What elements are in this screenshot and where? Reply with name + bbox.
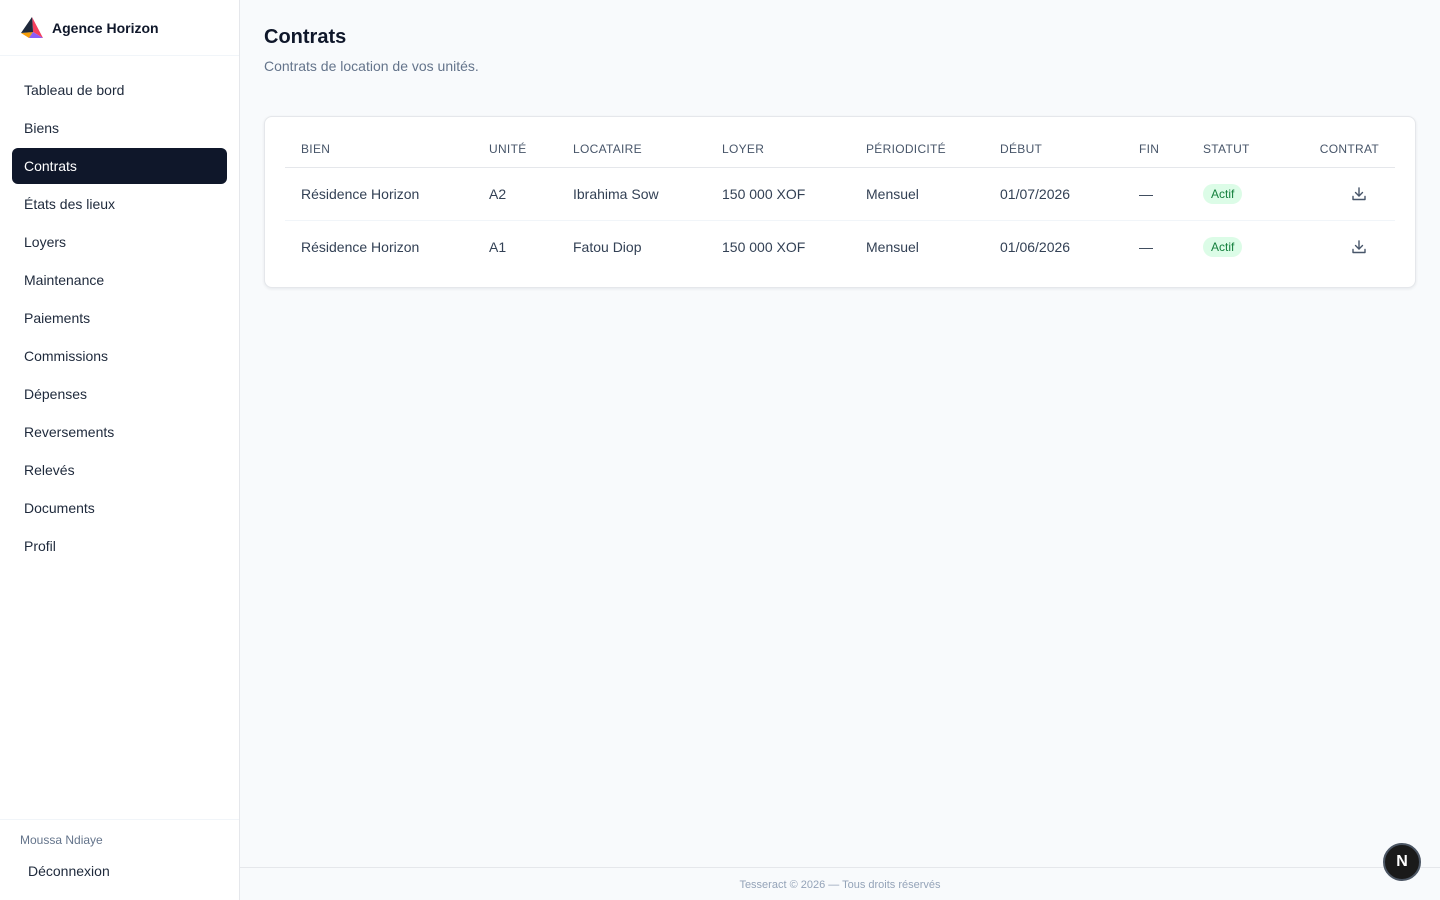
sidebar-item-tableau-de-bord[interactable]: Tableau de bord bbox=[12, 72, 227, 108]
brand[interactable]: Agence Horizon bbox=[0, 0, 239, 56]
sidebar-footer: Moussa Ndiaye Déconnexion bbox=[0, 819, 239, 900]
sidebar-item-etats-des-lieux[interactable]: États des lieux bbox=[12, 186, 227, 222]
brand-name: Agence Horizon bbox=[52, 19, 159, 36]
sidebar-item-commissions[interactable]: Commissions bbox=[12, 338, 227, 374]
download-contract-button[interactable] bbox=[1347, 235, 1371, 259]
column-header-fin: Fin bbox=[1123, 131, 1187, 168]
sidebar-item-releves[interactable]: Relevés bbox=[12, 452, 227, 488]
page-title: Contrats bbox=[264, 26, 347, 48]
main-content: Contrats Contrats de location de vos uni… bbox=[240, 0, 1440, 900]
cell-unite: A2 bbox=[473, 167, 557, 221]
horizon-logo-icon bbox=[21, 16, 43, 38]
sidebar-item-reversements[interactable]: Reversements bbox=[12, 414, 227, 450]
sidebar-item-maintenance[interactable]: Maintenance bbox=[12, 262, 227, 298]
sidebar: Agence Horizon Tableau de bord Biens Con… bbox=[0, 0, 240, 900]
download-icon bbox=[1352, 186, 1366, 200]
cell-locataire: Fatou Diop bbox=[573, 238, 642, 255]
cell-bien: Résidence Horizon bbox=[301, 238, 420, 255]
status-badge: Actif bbox=[1203, 236, 1243, 257]
logout-button[interactable]: Déconnexion bbox=[20, 858, 118, 884]
sidebar-item-biens[interactable]: Biens bbox=[12, 110, 227, 146]
column-header-bien: Bien bbox=[285, 131, 473, 168]
cell-debut: 01/06/2026 bbox=[1000, 238, 1071, 255]
cell-debut: 01/07/2026 bbox=[984, 167, 1123, 221]
cell-periodicite: Mensuel bbox=[850, 167, 984, 221]
sidebar-item-profil[interactable]: Profil bbox=[12, 528, 227, 564]
cell-locataire: Ibrahima Sow bbox=[557, 167, 706, 221]
cell-periodicite: Mensuel bbox=[866, 238, 919, 255]
cell-fin: — bbox=[1123, 167, 1187, 221]
sidebar-item-loyers[interactable]: Loyers bbox=[12, 224, 227, 260]
sidebar-item-paiements[interactable]: Paiements bbox=[12, 300, 227, 336]
sidebar-nav: Tableau de bord Biens Contrats États des… bbox=[12, 72, 227, 566]
cell-bien: Résidence Horizon bbox=[285, 167, 473, 221]
status-badge: Actif bbox=[1203, 183, 1243, 204]
sidebar-item-depenses[interactable]: Dépenses bbox=[12, 376, 227, 412]
column-header-unite: Unité bbox=[473, 131, 557, 168]
column-header-statut: Statut bbox=[1187, 131, 1287, 168]
download-icon bbox=[1352, 240, 1366, 253]
column-header-debut: Début bbox=[984, 131, 1123, 168]
column-header-locataire: Locataire bbox=[557, 131, 706, 168]
cell-statut: Actif bbox=[1187, 167, 1287, 221]
table-header-row: Bien Unité Locataire Loyer Périodicité D… bbox=[285, 131, 1395, 168]
contracts-table: Bien Unité Locataire Loyer Périodicité D… bbox=[285, 131, 1395, 273]
page-subtitle: Contrats de location de vos unités. bbox=[264, 58, 479, 74]
sidebar-item-contrats[interactable]: Contrats bbox=[12, 148, 227, 184]
column-header-loyer: Loyer bbox=[706, 131, 850, 168]
cell-loyer: 150 000 XOF bbox=[722, 238, 806, 255]
next-devtools-button[interactable]: N bbox=[1383, 843, 1421, 881]
cell-contrat bbox=[1287, 220, 1395, 273]
download-contract-button[interactable] bbox=[1347, 182, 1371, 206]
sidebar-item-documents[interactable]: Documents bbox=[12, 490, 227, 526]
table-row[interactable]: Résidence Horizon A2 Ibrahima Sow 150 00… bbox=[285, 167, 1395, 221]
cell-contrat bbox=[1287, 167, 1395, 221]
table-row[interactable]: Résidence Horizon A1 Fatou Diop 150 000 … bbox=[285, 220, 1395, 273]
user-name: Moussa Ndiaye bbox=[20, 833, 103, 847]
page-footer: Tesseract © 2026 — Tous droits réservés bbox=[240, 867, 1440, 900]
cell-unite: A1 bbox=[489, 238, 507, 255]
contracts-card: Bien Unité Locataire Loyer Périodicité D… bbox=[264, 116, 1416, 288]
column-header-contrat: Contrat bbox=[1287, 131, 1395, 168]
cell-fin: — bbox=[1139, 238, 1153, 255]
column-header-periodicite: Périodicité bbox=[850, 131, 984, 168]
cell-statut: Actif bbox=[1187, 220, 1287, 273]
cell-loyer: 150 000 XOF bbox=[706, 167, 850, 221]
